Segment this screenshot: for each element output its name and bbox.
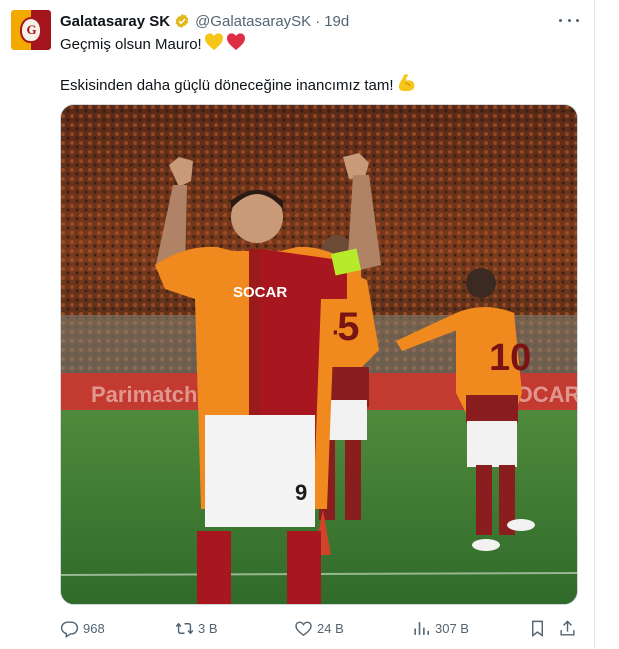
separator-dot: · [315,12,321,30]
like-icon [295,620,312,636]
tweet-text-line-1: Geçmiş olsun Mauro! [60,33,245,57]
board-text-left: Parimatch [91,382,197,407]
share-button[interactable] [558,617,577,639]
repost-icon [175,622,194,634]
post-time[interactable]: 19d [324,13,349,30]
jersey-sponsor: SOCAR [233,284,287,301]
share-icon [560,619,575,636]
bookmark-button[interactable] [528,617,547,639]
tweet-photo[interactable]: Parimatch SOCAR 45 10 9 SOCAR [60,104,578,605]
reply-button[interactable]: 968 [60,617,105,639]
avatar[interactable]: G [11,10,51,50]
hearts-emoji [204,33,245,57]
views-button[interactable]: 307 B [412,617,469,639]
repost-button[interactable]: 3 B [175,617,218,639]
action-bar: 968 3 B 24 B 307 B [60,617,580,639]
more-icon[interactable] [559,12,579,28]
flexed-biceps-emoji [397,73,417,99]
tweet-text-2: Eskisinden daha güçlü döneceğine inancım… [60,77,394,94]
column-divider [594,0,595,649]
verified-icon [175,14,189,28]
author-name[interactable]: Galatasaray SK [60,13,170,30]
tweet-header: Galatasaray SK @GalatasaraySK · 19d [60,11,349,31]
views-count: 307 B [435,620,469,636]
reply-icon [60,620,79,638]
author-handle[interactable]: @GalatasaraySK [195,13,311,30]
teammate-10-number: 10 [489,337,531,379]
photo-scene: Parimatch SOCAR 45 10 9 SOCAR [61,105,577,604]
tweet-text-1: Geçmiş olsun Mauro! [60,36,202,53]
like-count: 24 B [317,620,344,636]
club-crest-logo: G [20,17,42,43]
player-short-number: 9 [295,480,307,505]
tweet-text-line-2: Eskisinden daha güçlü döneceğine inancım… [60,73,417,99]
like-button[interactable]: 24 B [294,617,344,639]
bookmark-icon [532,620,543,637]
views-icon [414,621,430,635]
tweet-card[interactable]: G Galatasaray SK @GalatasaraySK · 19d Ge… [0,0,619,649]
reply-count: 968 [83,620,105,636]
repost-count: 3 B [198,620,218,636]
